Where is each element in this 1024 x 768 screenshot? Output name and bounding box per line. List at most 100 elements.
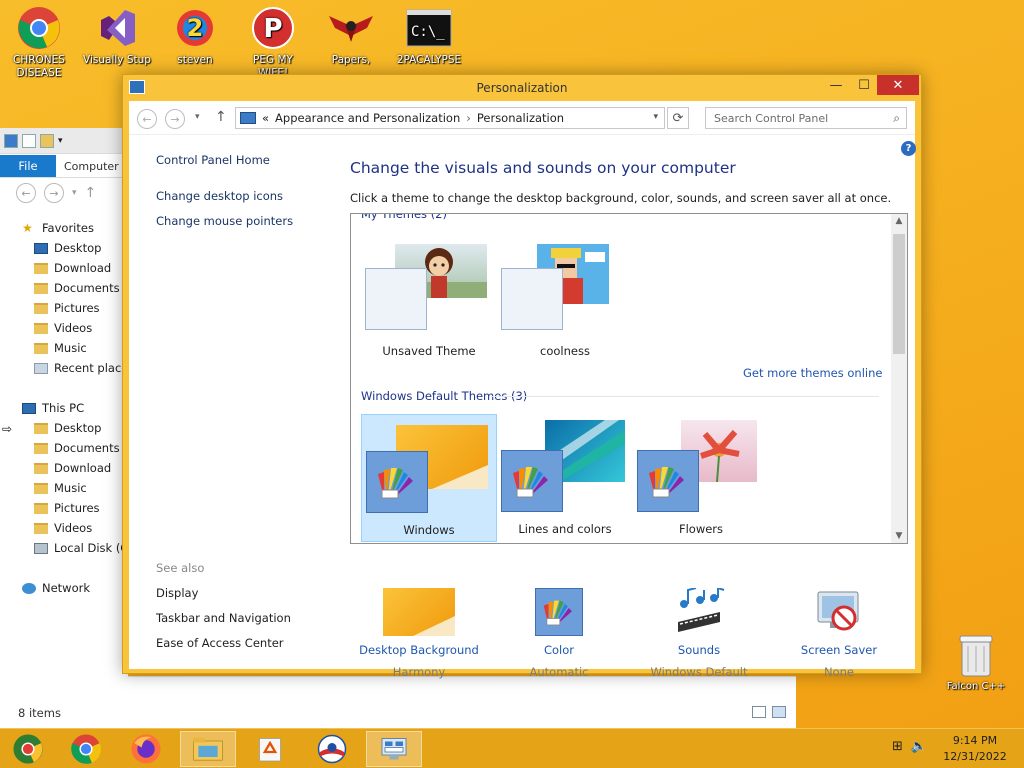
- tree-item[interactable]: Music: [0, 338, 128, 358]
- tree-item[interactable]: This PC: [0, 398, 128, 418]
- taskbar-file-explorer[interactable]: [180, 731, 236, 767]
- clock-time: 9:14 PM: [952, 734, 998, 747]
- help-icon[interactable]: ?: [901, 141, 916, 156]
- folder-icon: [34, 442, 48, 454]
- theme-coolness[interactable]: coolness: [497, 234, 633, 362]
- ease-of-access-link[interactable]: Ease of Access Center: [156, 636, 284, 650]
- tree-item[interactable]: Videos: [0, 518, 128, 538]
- tree-item[interactable]: Network: [0, 578, 128, 598]
- setting-label[interactable]: Color: [489, 643, 629, 657]
- quick-access-properties-icon[interactable]: [22, 133, 36, 148]
- desktop-icon-chrones[interactable]: CHRONES DISEASE: [4, 4, 74, 79]
- back-button[interactable]: ←: [137, 109, 157, 129]
- tree-item[interactable]: Documents: [0, 278, 128, 298]
- back-icon[interactable]: ←: [16, 183, 36, 203]
- window-titlebar[interactable]: Personalization — ☐ ✕: [123, 75, 921, 101]
- desktop-icon-recycle-bin[interactable]: Falcon C++: [940, 632, 1012, 692]
- chevron-down-icon[interactable]: ▾: [653, 112, 658, 122]
- breadcrumb-personalization[interactable]: Personalization: [477, 111, 564, 125]
- forward-button[interactable]: →: [165, 109, 185, 129]
- tree-item[interactable]: Download: [0, 458, 128, 478]
- tree-item[interactable]: Local Disk (C:): [0, 538, 128, 558]
- setting-label[interactable]: Sounds: [629, 643, 769, 657]
- large-icons-view-icon[interactable]: [772, 706, 786, 718]
- sounds-setting[interactable]: Sounds Windows Default: [629, 587, 769, 679]
- maximize-button[interactable]: ☐: [851, 75, 877, 95]
- tree-item[interactable]: Music: [0, 478, 128, 498]
- tree-item[interactable]: Documents: [0, 438, 128, 458]
- theme-unsaved[interactable]: Unsaved Theme: [361, 234, 497, 362]
- clock[interactable]: 9:14 PM 12/31/2022: [930, 733, 1020, 765]
- setting-label[interactable]: Desktop Background: [349, 643, 489, 657]
- quick-access-dropdown-icon[interactable]: ▾: [58, 136, 63, 146]
- get-more-themes-link[interactable]: Get more themes online: [743, 366, 882, 380]
- tree-item[interactable]: Desktop: [0, 238, 128, 258]
- minimize-button[interactable]: —: [821, 75, 851, 95]
- tab-file[interactable]: File: [0, 155, 56, 177]
- scroll-down-icon[interactable]: ▼: [891, 531, 907, 541]
- change-mouse-pointers-link[interactable]: Change mouse pointers: [156, 214, 293, 228]
- setting-label[interactable]: Screen Saver: [769, 643, 909, 657]
- theme-flowers[interactable]: Flowers: [633, 414, 769, 542]
- tree-item-label: This PC: [42, 401, 85, 415]
- taskbar-chrome-canary[interactable]: [0, 731, 56, 767]
- quick-access-folder-icon[interactable]: [40, 133, 54, 148]
- chevron-down-icon[interactable]: ▾: [72, 188, 77, 198]
- breadcrumb-appearance[interactable]: Appearance and Personalization: [275, 111, 460, 125]
- up-icon[interactable]: ↑: [85, 185, 97, 201]
- display-link[interactable]: Display: [156, 586, 198, 600]
- address-prefix[interactable]: «: [262, 111, 269, 125]
- address-box[interactable]: « Appearance and Personalization › Perso…: [235, 107, 665, 129]
- desktop-icon-visual-studio[interactable]: Visually Stup: [82, 4, 152, 74]
- tree-item-label: Download: [54, 461, 112, 475]
- expand-arrow-icon[interactable]: ⇨: [2, 422, 12, 436]
- search-input[interactable]: Search Control Panel ⌕: [705, 107, 907, 129]
- quick-access-pc-icon[interactable]: [4, 133, 18, 148]
- desktop-icon-cmd[interactable]: C:\_ 2PACALYPSE: [394, 4, 464, 74]
- tree-item[interactable]: Download: [0, 258, 128, 278]
- scrollbar-thumb[interactable]: [893, 234, 905, 354]
- color-setting[interactable]: Color Automatic: [489, 587, 629, 679]
- explorer-status-area: [128, 676, 796, 728]
- page-title: Change the visuals and sounds on your co…: [350, 159, 736, 177]
- taskbar-recycle-app[interactable]: [242, 731, 298, 767]
- taskbar-obama-app[interactable]: [304, 731, 360, 767]
- taskbar-control-panel[interactable]: [366, 731, 422, 767]
- up-button[interactable]: ↑: [215, 109, 227, 125]
- desktop-icon-peg[interactable]: P PEG MY WIFE!: [238, 4, 308, 79]
- theme-label: coolness: [540, 344, 590, 358]
- desktop-icon-papers[interactable]: Papers,: [316, 4, 386, 74]
- desktop-icon-steven[interactable]: 2 steven: [160, 4, 230, 74]
- tree-item-label: Pictures: [54, 301, 100, 315]
- close-button[interactable]: ✕: [877, 75, 919, 95]
- tree-item[interactable]: Pictures: [0, 298, 128, 318]
- change-desktop-icons-link[interactable]: Change desktop icons: [156, 189, 283, 203]
- tree-item[interactable]: Recent places: [0, 358, 128, 378]
- control-panel-home-link[interactable]: Control Panel Home: [156, 153, 270, 167]
- volume-icon[interactable]: 🔈: [911, 739, 927, 754]
- taskbar-chrome[interactable]: [58, 731, 114, 767]
- tree-item[interactable]: ★ Favorites: [0, 218, 128, 238]
- tree-item[interactable]: Desktop: [0, 418, 128, 438]
- navigation-tree: ★ Favorites Desktop Download Documents Pictur…: [0, 218, 128, 598]
- taskbar-navigation-link[interactable]: Taskbar and Navigation: [156, 611, 291, 625]
- themes-scrollbar[interactable]: ▲ ▼: [891, 214, 907, 543]
- screen-saver-setting[interactable]: Screen Saver None: [769, 587, 909, 679]
- theme-label: Flowers: [678, 522, 724, 536]
- tab-computer[interactable]: Computer: [56, 155, 127, 177]
- tree-item[interactable]: Pictures: [0, 498, 128, 518]
- desktop-background-setting[interactable]: Desktop Background Harmony: [349, 587, 489, 679]
- search-icon[interactable]: ⌕: [893, 111, 900, 126]
- tree-item[interactable]: Videos: [0, 318, 128, 338]
- network-icon[interactable]: ⊞: [892, 739, 903, 754]
- recent-pages-icon[interactable]: ▾: [195, 112, 200, 122]
- theme-lines-and-colors[interactable]: Lines and colors: [497, 414, 633, 542]
- scroll-up-icon[interactable]: ▲: [891, 216, 907, 226]
- details-view-icon[interactable]: [752, 706, 766, 718]
- refresh-button[interactable]: ⟳: [667, 107, 689, 129]
- theme-windows[interactable]: Windows: [361, 414, 497, 542]
- forward-icon[interactable]: →: [44, 183, 64, 203]
- taskbar-firefox[interactable]: [118, 731, 174, 767]
- tree-item-label: Music: [54, 481, 87, 495]
- desktop-background-icon: [383, 587, 455, 637]
